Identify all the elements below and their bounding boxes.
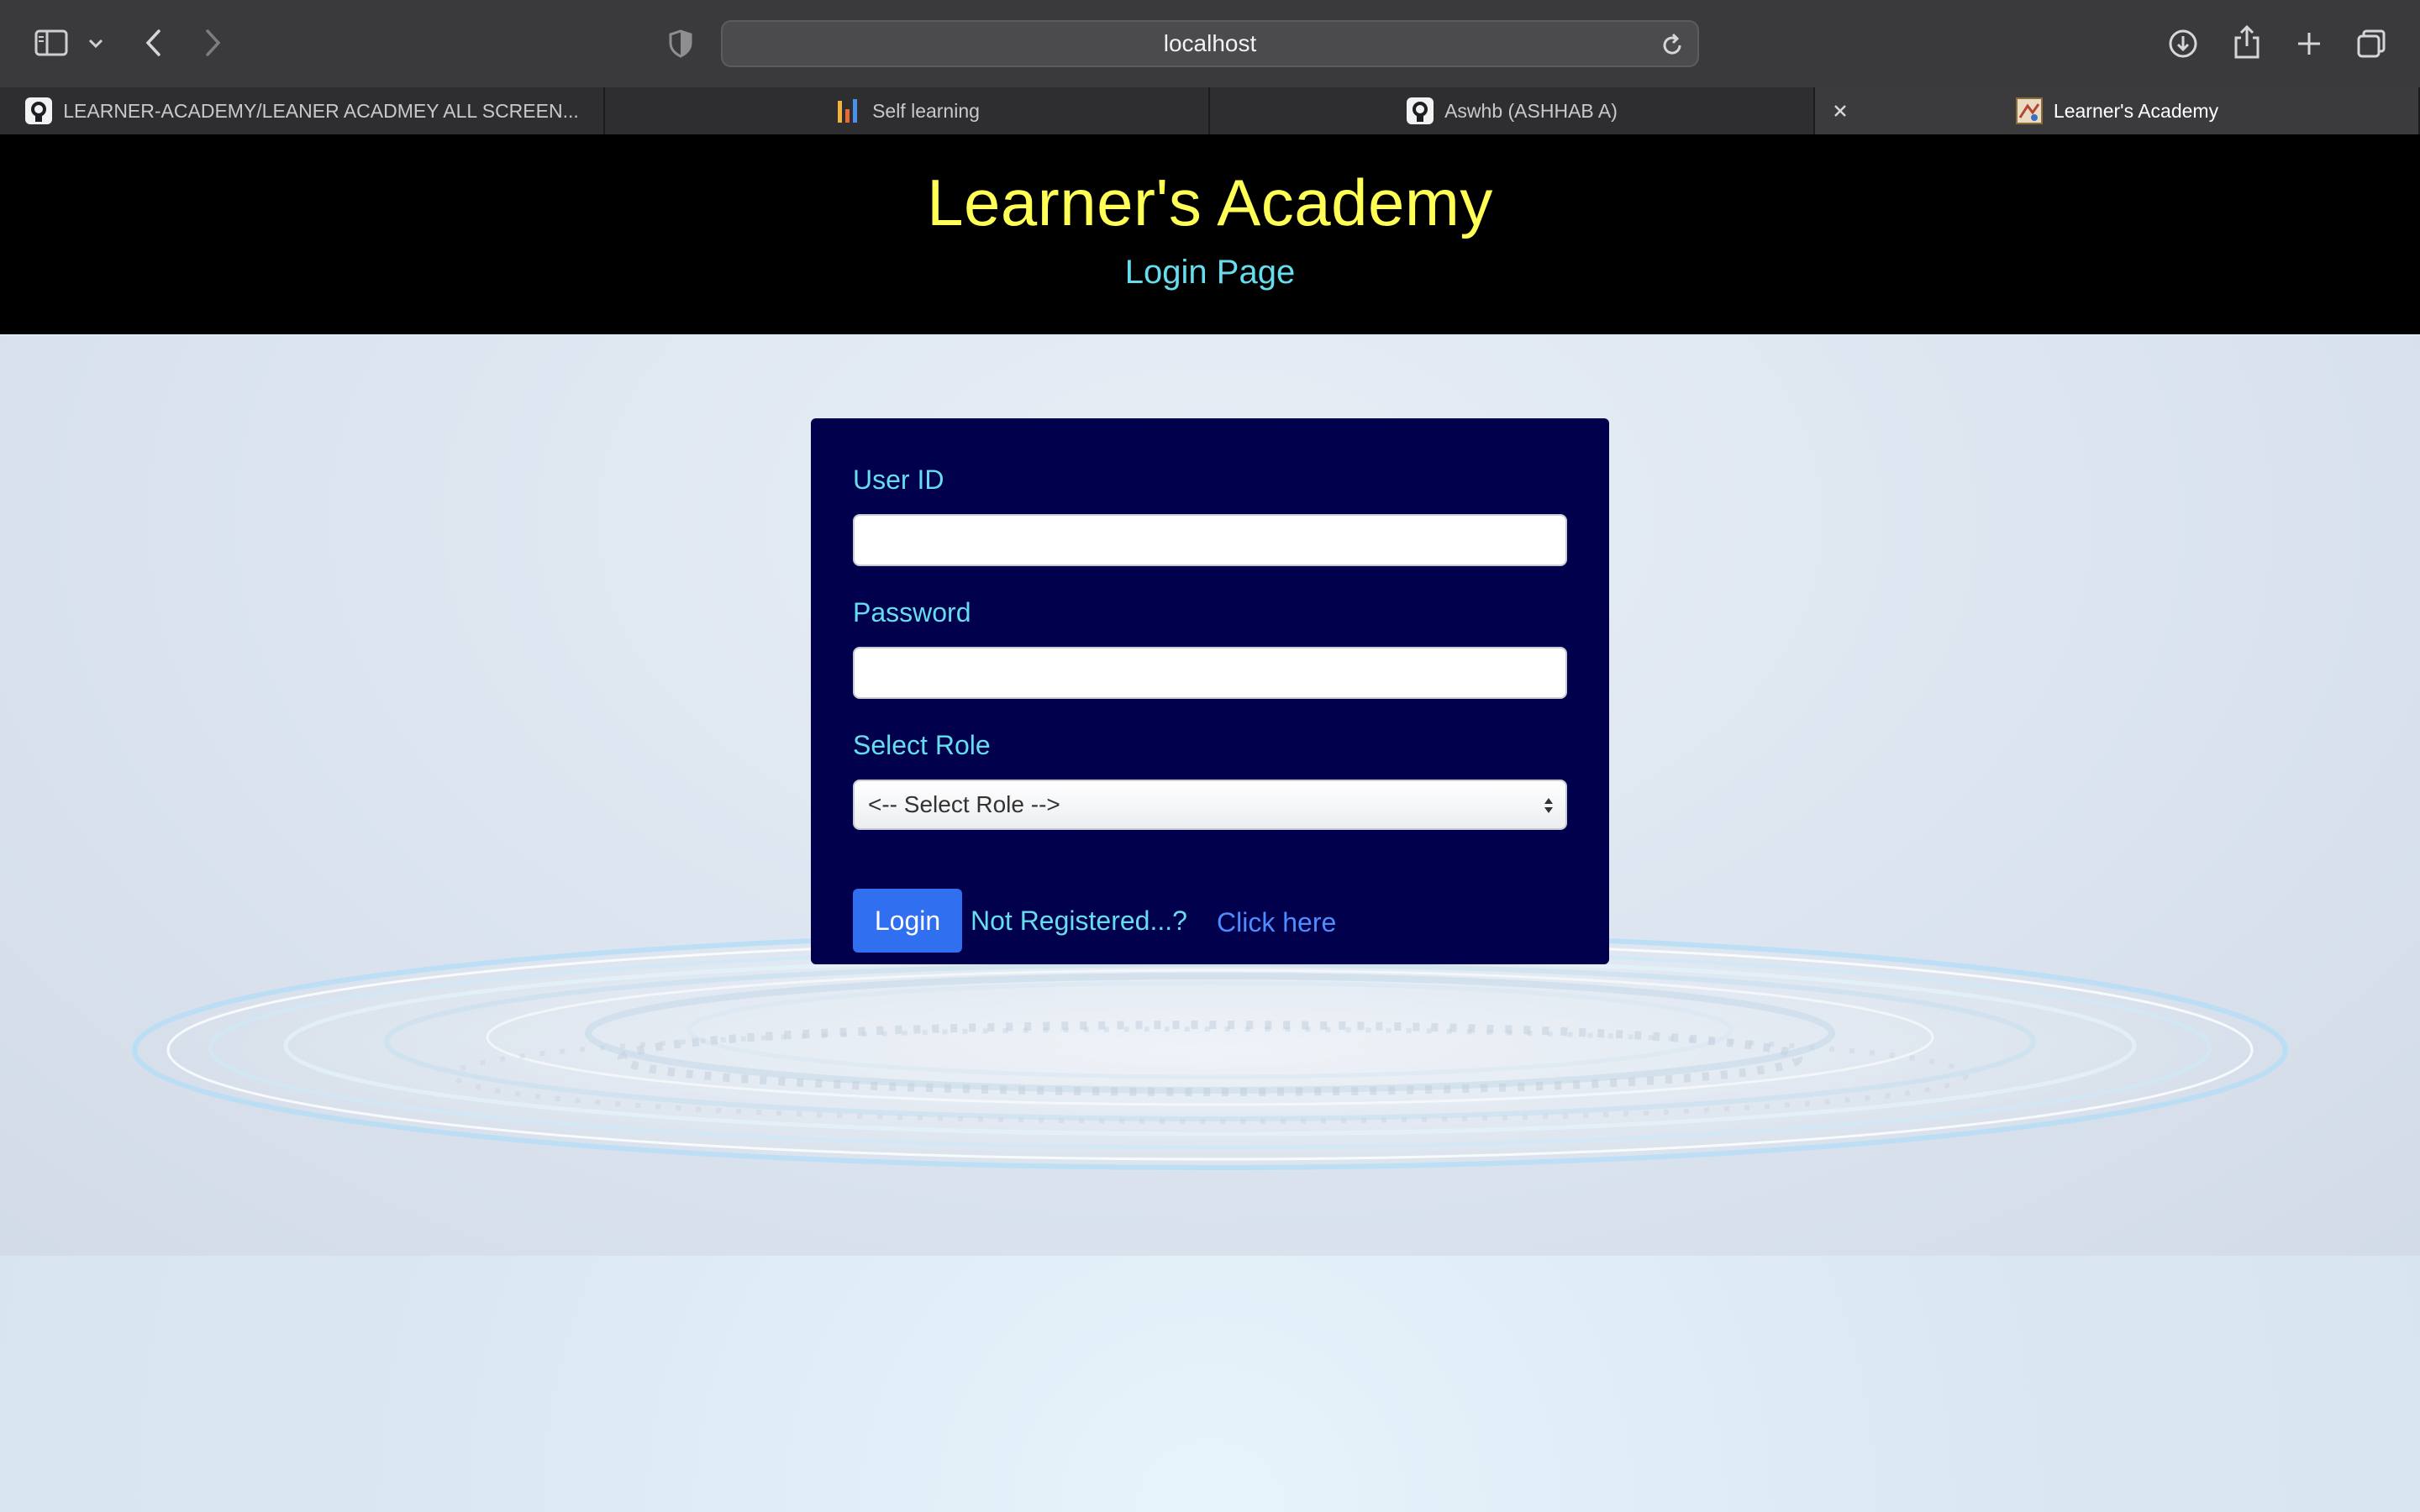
github-icon xyxy=(24,97,53,125)
share-icon[interactable] xyxy=(2230,24,2264,60)
user-id-input[interactable] xyxy=(853,514,1567,566)
tab-learners-academy[interactable]: Learner's Academy xyxy=(1815,87,2420,134)
role-label: Select Role xyxy=(853,730,991,760)
login-card: User ID Password Select Role <-- Select … xyxy=(811,418,1609,964)
login-button[interactable]: Login xyxy=(853,889,962,953)
tab-overview-icon[interactable] xyxy=(2354,27,2388,60)
sidebar-icon[interactable] xyxy=(34,29,69,57)
reload-icon[interactable] xyxy=(1659,32,1686,59)
github-icon xyxy=(1406,97,1434,125)
tab-self-learning[interactable]: Self learning xyxy=(605,87,1210,134)
close-icon[interactable] xyxy=(1828,99,1852,123)
new-tab-plus-icon[interactable] xyxy=(2292,27,2326,60)
forward-arrow-icon[interactable] xyxy=(202,27,225,59)
password-input[interactable] xyxy=(853,647,1567,699)
tab-label: Self learning xyxy=(872,99,980,122)
site-header: Learner's Academy Login Page xyxy=(0,134,2420,336)
page-viewport: Learner's Academy Login Page User ID Pas… xyxy=(0,134,2420,1512)
select-arrows-icon xyxy=(1542,793,1555,818)
tab-label: Learner's Academy xyxy=(2053,99,2219,122)
tab-label: Aswhb (ASHHAB A) xyxy=(1444,99,1618,122)
page-subtitle: Login Page xyxy=(1124,254,1296,291)
chevron-down-icon[interactable] xyxy=(86,34,106,54)
role-select[interactable]: <-- Select Role --> xyxy=(853,780,1567,830)
tab-label: LEARNER-ACADEMY/LEANER ACADMEY ALL SCREE… xyxy=(63,99,579,122)
tab-strip: LEARNER-ACADEMY/LEANER ACADMEY ALL SCREE… xyxy=(0,87,2420,134)
password-label: Password xyxy=(853,597,971,627)
register-link[interactable]: Click here xyxy=(1217,907,1336,938)
download-icon[interactable] xyxy=(2166,27,2200,60)
tab-github-repo[interactable]: LEARNER-ACADEMY/LEANER ACADMEY ALL SCREE… xyxy=(0,87,605,134)
browser-toolbar: localhost xyxy=(0,0,2420,87)
privacy-shield-icon[interactable] xyxy=(666,29,696,59)
back-arrow-icon[interactable] xyxy=(141,27,165,59)
site-favicon xyxy=(2015,97,2044,125)
address-text: localhost xyxy=(1163,30,1257,56)
tab-github-profile[interactable]: Aswhb (ASHHAB A) xyxy=(1210,87,1815,134)
page-title: Learner's Academy xyxy=(927,165,1493,239)
user-id-label: User ID xyxy=(853,465,944,495)
bars-icon xyxy=(834,97,862,125)
role-select-value: <-- Select Role --> xyxy=(868,791,1060,817)
address-bar[interactable]: localhost xyxy=(721,20,1699,67)
not-registered-text: Not Registered...? xyxy=(971,906,1187,936)
